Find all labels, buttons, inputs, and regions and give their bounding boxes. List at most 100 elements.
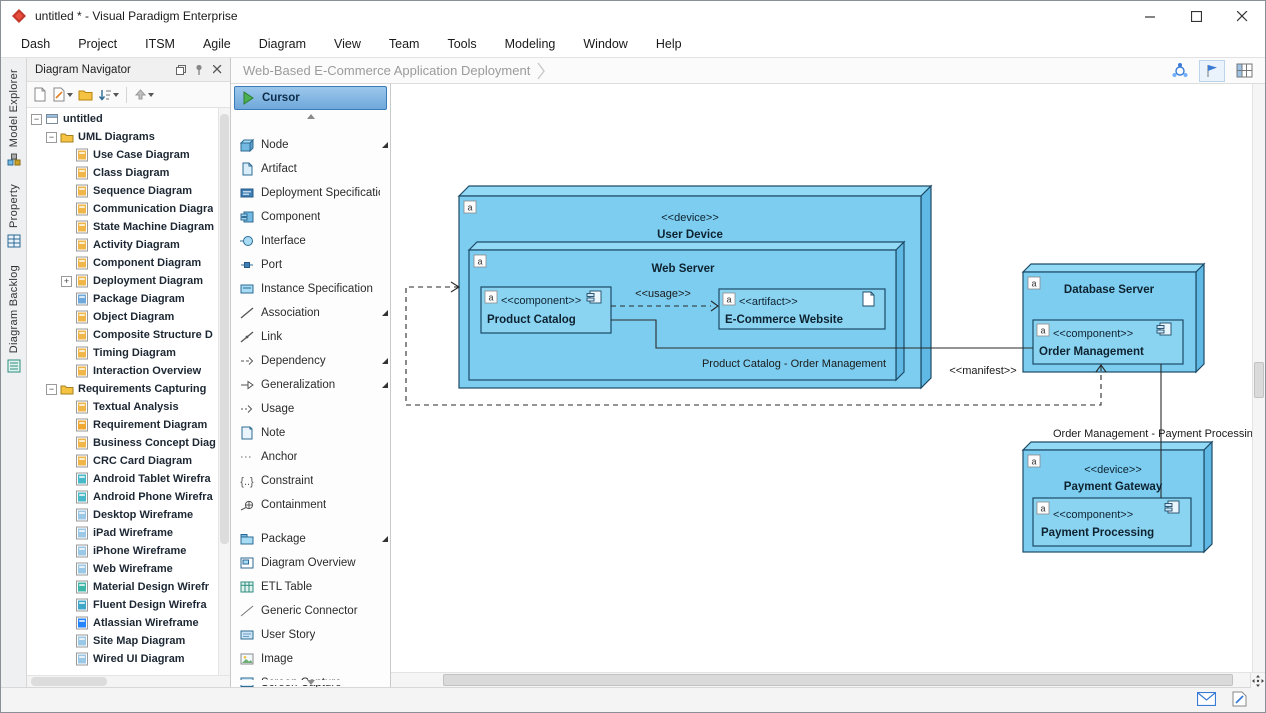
menu-item-modeling[interactable]: Modeling	[491, 33, 570, 55]
dock-tab-diagram-backlog[interactable]: Diagram Backlog	[6, 256, 22, 381]
menu-item-itsm[interactable]: ITSM	[131, 33, 189, 55]
palette-item-containment[interactable]: Containment	[231, 493, 390, 517]
menu-item-team[interactable]: Team	[375, 33, 434, 55]
menu-item-dash[interactable]: Dash	[7, 33, 64, 55]
tree-item-activity-diagram[interactable]: Activity Diagram	[27, 236, 218, 254]
tree-item-component-diagram[interactable]: Component Diagram	[27, 254, 218, 272]
flyout-indicator-icon[interactable]	[382, 536, 388, 542]
palette-item-cursor[interactable]: Cursor	[234, 86, 387, 110]
pin-icon[interactable]	[190, 61, 208, 79]
menu-item-project[interactable]: Project	[64, 33, 131, 55]
tree-item-composite-structure-d[interactable]: Composite Structure D	[27, 326, 218, 344]
close-panel-icon[interactable]	[208, 61, 226, 79]
palette-item-user-story[interactable]: User Story	[231, 623, 390, 647]
palette-item-port[interactable]: Port	[231, 253, 390, 277]
grid-view-icon[interactable]	[1231, 60, 1257, 82]
canvas-horizontal-scrollbar-thumb[interactable]	[443, 674, 1233, 686]
tree-item-site-map-diagram[interactable]: Site Map Diagram	[27, 632, 218, 650]
tree-item-iphone-wireframe[interactable]: iPhone Wireframe	[27, 542, 218, 560]
palette-item-artifact[interactable]: Artifact	[231, 157, 390, 181]
flyout-indicator-icon[interactable]	[382, 358, 388, 364]
tree-item-ipad-wireframe[interactable]: iPad Wireframe	[27, 524, 218, 542]
tree-item-material-design-wirefr[interactable]: Material Design Wirefr	[27, 578, 218, 596]
tree-item-untitled[interactable]: −untitled	[27, 110, 218, 128]
dock-tab-model-explorer[interactable]: Model Explorer	[6, 60, 22, 175]
tree-item-interaction-overview[interactable]: Interaction Overview	[27, 362, 218, 380]
tree-item-timing-diagram[interactable]: Timing Diagram	[27, 344, 218, 362]
tree-vertical-scrollbar-thumb[interactable]	[220, 114, 229, 544]
palette-item-link[interactable]: Link	[231, 325, 390, 349]
tree-item-use-case-diagram[interactable]: Use Case Diagram	[27, 146, 218, 164]
menu-item-tools[interactable]: Tools	[433, 33, 490, 55]
tree-item-uml-diagrams[interactable]: −UML Diagrams	[27, 128, 218, 146]
palette-item-generalization[interactable]: Generalization	[231, 373, 390, 397]
tree-item-deployment-diagram[interactable]: +Deployment Diagram	[27, 272, 218, 290]
palette-item-deployment-specification[interactable]: Deployment Specification	[231, 181, 390, 205]
menu-item-help[interactable]: Help	[642, 33, 696, 55]
diagram-title[interactable]: Web-Based E-Commerce Application Deploym…	[243, 63, 530, 78]
flyout-indicator-icon[interactable]	[382, 310, 388, 316]
tree-item-atlassian-wireframe[interactable]: Atlassian Wireframe	[27, 614, 218, 632]
tree-item-crc-card-diagram[interactable]: CRC Card Diagram	[27, 452, 218, 470]
tree-item-web-wireframe[interactable]: Web Wireframe	[27, 560, 218, 578]
float-panel-icon[interactable]	[172, 61, 190, 79]
format-copier-icon[interactable]	[1199, 60, 1225, 82]
tree-item-communication-diagra[interactable]: Communication Diagra	[27, 200, 218, 218]
tree-item-fluent-design-wirefra[interactable]: Fluent Design Wirefra	[27, 596, 218, 614]
tree-item-business-concept-diag[interactable]: Business Concept Diag	[27, 434, 218, 452]
release-notes-icon[interactable]	[1232, 691, 1247, 712]
palette-scroll-up[interactable]	[231, 110, 390, 123]
palette-item-component[interactable]: Component	[231, 205, 390, 229]
palette-item-anchor[interactable]: Anchor	[231, 445, 390, 469]
flyout-indicator-icon[interactable]	[382, 142, 388, 148]
tree-item-requirement-diagram[interactable]: Requirement Diagram	[27, 416, 218, 434]
pan-tool-icon[interactable]	[1250, 673, 1265, 688]
go-up-icon[interactable]	[132, 85, 156, 105]
tree-horizontal-scrollbar-thumb[interactable]	[31, 677, 107, 686]
messages-icon[interactable]	[1197, 692, 1216, 711]
canvas-vertical-scrollbar-thumb[interactable]	[1254, 362, 1264, 398]
tree-expander-icon[interactable]: −	[31, 114, 42, 125]
open-project-icon[interactable]	[76, 85, 95, 105]
tree-item-requirements-capturing[interactable]: −Requirements Capturing	[27, 380, 218, 398]
close-button[interactable]	[1219, 1, 1265, 31]
tree-item-package-diagram[interactable]: Package Diagram	[27, 290, 218, 308]
tree-item-android-phone-wirefra[interactable]: Android Phone Wirefra	[27, 488, 218, 506]
palette-item-dependency[interactable]: Dependency	[231, 349, 390, 373]
tree-vertical-scrollbar[interactable]	[218, 108, 230, 675]
tree-item-desktop-wireframe[interactable]: Desktop Wireframe	[27, 506, 218, 524]
palette-item-etl-table[interactable]: ETL Table	[231, 575, 390, 599]
palette-item-interface[interactable]: Interface	[231, 229, 390, 253]
palette-scroll-down[interactable]	[231, 680, 390, 685]
palette-item-constraint[interactable]: {..}Constraint	[231, 469, 390, 493]
palette-item-usage[interactable]: Usage	[231, 397, 390, 421]
deployment-diagram[interactable]: aaaaaaaa <<device>> User Device Web Serv…	[391, 84, 1253, 672]
canvas-horizontal-scrollbar[interactable]	[391, 672, 1265, 687]
tree-expander-icon[interactable]: +	[61, 276, 72, 287]
palette-item-diagram-overview[interactable]: Diagram Overview	[231, 551, 390, 575]
palette-item-instance-specification[interactable]: Instance Specification	[231, 277, 390, 301]
tree-horizontal-scrollbar[interactable]	[27, 675, 230, 687]
palette-item-generic-connector[interactable]: Generic Connector	[231, 599, 390, 623]
menu-item-view[interactable]: View	[320, 33, 375, 55]
dock-tab-property[interactable]: Property	[6, 175, 22, 256]
tree-expander-icon[interactable]: −	[46, 132, 57, 143]
neural-layout-icon[interactable]	[1167, 60, 1193, 82]
sort-icon[interactable]	[96, 85, 121, 105]
palette-item-note[interactable]: Note	[231, 421, 390, 445]
tree-item-wired-ui-diagram[interactable]: Wired UI Diagram	[27, 650, 218, 668]
new-model-element-icon[interactable]	[50, 85, 75, 105]
menu-item-diagram[interactable]: Diagram	[245, 33, 320, 55]
tree-expander-icon[interactable]: −	[46, 384, 57, 395]
tree-item-android-tablet-wirefra[interactable]: Android Tablet Wirefra	[27, 470, 218, 488]
tree-item-state-machine-diagram[interactable]: State Machine Diagram	[27, 218, 218, 236]
tree-item-textual-analysis[interactable]: Textual Analysis	[27, 398, 218, 416]
palette-item-node[interactable]: Node	[231, 133, 390, 157]
palette-item-package[interactable]: Package	[231, 527, 390, 551]
minimize-button[interactable]	[1127, 1, 1173, 31]
maximize-button[interactable]	[1173, 1, 1219, 31]
palette-item-association[interactable]: Association	[231, 301, 390, 325]
palette-item-image[interactable]: Image	[231, 647, 390, 671]
new-diagram-icon[interactable]	[31, 85, 49, 105]
tree-item-sequence-diagram[interactable]: Sequence Diagram	[27, 182, 218, 200]
